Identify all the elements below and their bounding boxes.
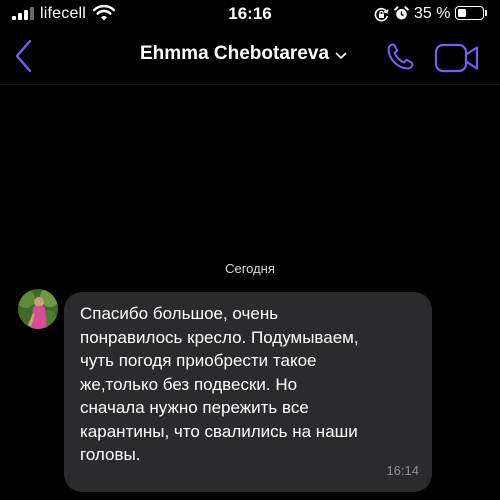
avatar[interactable] xyxy=(18,289,58,329)
contact-title-button[interactable]: Ehmma Chebotareva xyxy=(140,43,347,65)
video-camera-icon[interactable] xyxy=(434,43,480,73)
contact-name: Ehmma Chebotareva xyxy=(140,43,330,64)
avatar-image xyxy=(18,289,58,329)
message-text: Спасибо большое, очень понравилось кресл… xyxy=(80,304,359,464)
chat-header: Ehmma Chebotareva xyxy=(0,32,500,84)
header-divider xyxy=(0,84,500,85)
chevron-down-icon xyxy=(335,52,347,59)
phone-icon[interactable] xyxy=(384,41,416,73)
message-time: 16:14 xyxy=(386,463,419,478)
back-chevron-icon[interactable] xyxy=(12,36,36,76)
status-bar: lifecell 16:16 35 % xyxy=(0,0,500,32)
message-bubble[interactable]: Спасибо большое, очень понравилось кресл… xyxy=(64,292,432,492)
battery-percent: 35 % xyxy=(414,5,451,22)
battery-icon xyxy=(455,6,484,20)
rotation-lock-icon xyxy=(374,7,389,22)
battery-tip xyxy=(485,10,487,16)
alarm-icon xyxy=(394,6,409,20)
date-separator: Сегодня xyxy=(225,261,275,276)
battery-level xyxy=(457,8,466,17)
